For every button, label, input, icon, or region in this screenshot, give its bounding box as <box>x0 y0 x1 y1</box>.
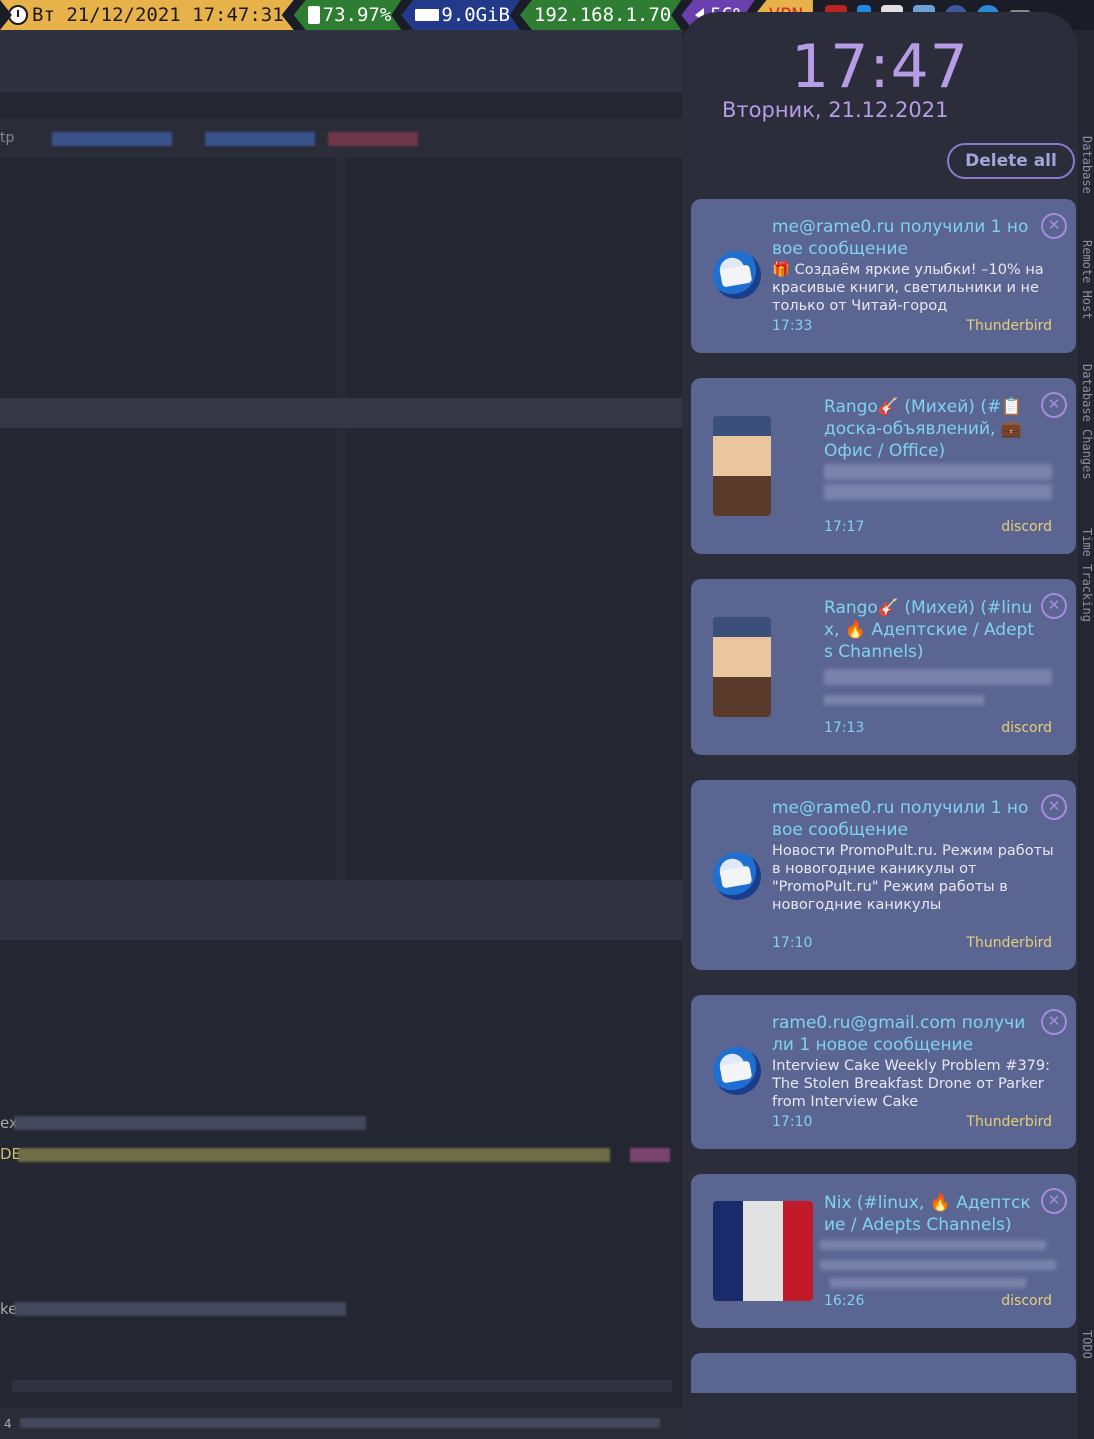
blurred-text <box>14 1302 346 1316</box>
notification-card[interactable]: Rango🎸 (Михей) (#linux, 🔥 Адептские / Ad… <box>691 579 1076 755</box>
tool-tab-todo[interactable]: TODO <box>1080 1330 1094 1359</box>
notification-app: Thunderbird <box>966 935 1052 951</box>
editor-fragment: 4 <box>4 1417 12 1431</box>
notification-card[interactable]: rame0.ru@gmail.com получили 1 новое сооб… <box>691 995 1076 1149</box>
close-notification-button[interactable]: ✕ <box>1041 213 1067 239</box>
blurred-text <box>630 1148 670 1162</box>
ide-split-divider <box>336 158 346 888</box>
notification-card-partial[interactable] <box>691 1353 1076 1393</box>
network-segment[interactable]: 192.168.1.70 <box>520 0 681 30</box>
notification-title: Rango🎸 (Михей) (#linux, 🔥 Адептские / Ad… <box>824 598 1034 662</box>
notification-body: 🎁 Создаём яркие улыбки! –10% на красивые… <box>772 262 1044 314</box>
blurred-text <box>205 132 315 146</box>
blurred-text <box>18 1148 610 1162</box>
notification-title: me@rame0.ru получили 1 новое сообщение <box>772 217 1029 259</box>
clock-icon <box>8 5 28 25</box>
blurred-message <box>824 695 984 705</box>
close-notification-button[interactable]: ✕ <box>1041 1009 1067 1035</box>
delete-all-button[interactable]: Delete all <box>947 143 1075 179</box>
ide-highlight-row <box>0 398 682 428</box>
notification-time: 17:13 <box>824 720 865 736</box>
ide-panel-header <box>0 880 682 940</box>
ip-text: 192.168.1.70 <box>533 4 672 26</box>
notification-time: 17:33 <box>772 318 813 334</box>
blurred-message <box>820 1260 1056 1270</box>
tool-tab-database-changes[interactable]: Database Changes <box>1080 364 1094 480</box>
battery-text: 73.97% <box>322 4 392 26</box>
blurred-text <box>328 132 418 146</box>
notification-title: Rango🎸 (Михей) (#📋доска-объявлений, 💼 Оф… <box>824 397 1023 461</box>
thunderbird-icon <box>713 1047 761 1095</box>
thunderbird-icon <box>713 251 761 299</box>
memory-text: 9.0GiB <box>441 4 510 26</box>
notification-time: 17:10 <box>772 1114 813 1130</box>
notification-body: Interview Cake Weekly Problem #379: The … <box>772 1058 1050 1110</box>
editor-fragment: tp <box>0 130 15 146</box>
notification-title: rame0.ru@gmail.com получили 1 новое сооб… <box>772 1013 1026 1055</box>
notification-app: Thunderbird <box>966 1114 1052 1130</box>
blurred-message <box>830 1278 1026 1288</box>
notification-card[interactable]: me@rame0.ru получили 1 новое сообщение 🎁… <box>691 199 1076 353</box>
notification-card[interactable]: me@rame0.ru получили 1 новое сообщение Н… <box>691 780 1076 970</box>
notification-center-date: Вторник, 21.12.2021 <box>722 98 949 122</box>
battery-segment[interactable]: 73.97% <box>294 0 402 30</box>
close-notification-button[interactable]: ✕ <box>1041 1188 1067 1214</box>
memory-icon <box>415 9 439 21</box>
notification-card[interactable]: Rango🎸 (Михей) (#📋доска-объявлений, 💼 Оф… <box>691 378 1076 554</box>
notification-app: discord <box>1001 519 1052 535</box>
blurred-message <box>824 484 1052 500</box>
notification-app: discord <box>1001 720 1052 736</box>
notification-app: Thunderbird <box>966 318 1052 334</box>
tool-tab-remote-host[interactable]: Remote Host <box>1080 240 1094 319</box>
datetime-text: Вт 21/12/2021 17:47:31 <box>32 4 284 26</box>
rango-avatar <box>713 617 771 717</box>
blurred-text <box>52 132 172 146</box>
close-notification-button[interactable]: ✕ <box>1041 392 1067 418</box>
notification-center-clock: 17:47 <box>791 32 969 102</box>
notification-time: 17:17 <box>824 519 865 535</box>
notification-body: Новости PromoPult.ru. Режим работы в нов… <box>772 843 1054 913</box>
close-notification-button[interactable]: ✕ <box>1041 794 1067 820</box>
memory-segment[interactable]: 9.0GiB <box>401 0 520 30</box>
tool-tab-database[interactable]: Database <box>1080 136 1094 194</box>
notification-title: Nix (#linux, 🔥 Адептские / Adepts Channe… <box>824 1193 1031 1235</box>
blurred-message <box>824 464 1052 480</box>
ide-toolbar <box>0 30 682 92</box>
tool-tab-time-tracking[interactable]: Time Tracking <box>1080 528 1094 622</box>
notification-time: 16:26 <box>824 1293 865 1309</box>
blurred-text <box>14 1116 366 1130</box>
notification-center: 17:47 Вторник, 21.12.2021 Delete all me@… <box>682 12 1078 1439</box>
thunderbird-icon <box>713 852 761 900</box>
notification-card[interactable]: Nix (#linux, 🔥 Адептские / Adepts Channe… <box>691 1174 1076 1328</box>
blurred-message <box>820 1240 1046 1250</box>
close-notification-button[interactable]: ✕ <box>1041 593 1067 619</box>
notification-app: discord <box>1001 1293 1052 1309</box>
blurred-text <box>20 1418 660 1428</box>
clock-segment[interactable]: Вт 21/12/2021 17:47:31 <box>0 0 294 30</box>
blurred-message <box>824 669 1052 685</box>
battery-icon <box>308 6 320 24</box>
nix-avatar <box>713 1201 813 1301</box>
notification-time: 17:10 <box>772 935 813 951</box>
notification-title: me@rame0.ru получили 1 новое сообщение <box>772 798 1029 840</box>
rango-avatar <box>713 416 771 516</box>
ide-scrollbar[interactable] <box>12 1380 672 1392</box>
